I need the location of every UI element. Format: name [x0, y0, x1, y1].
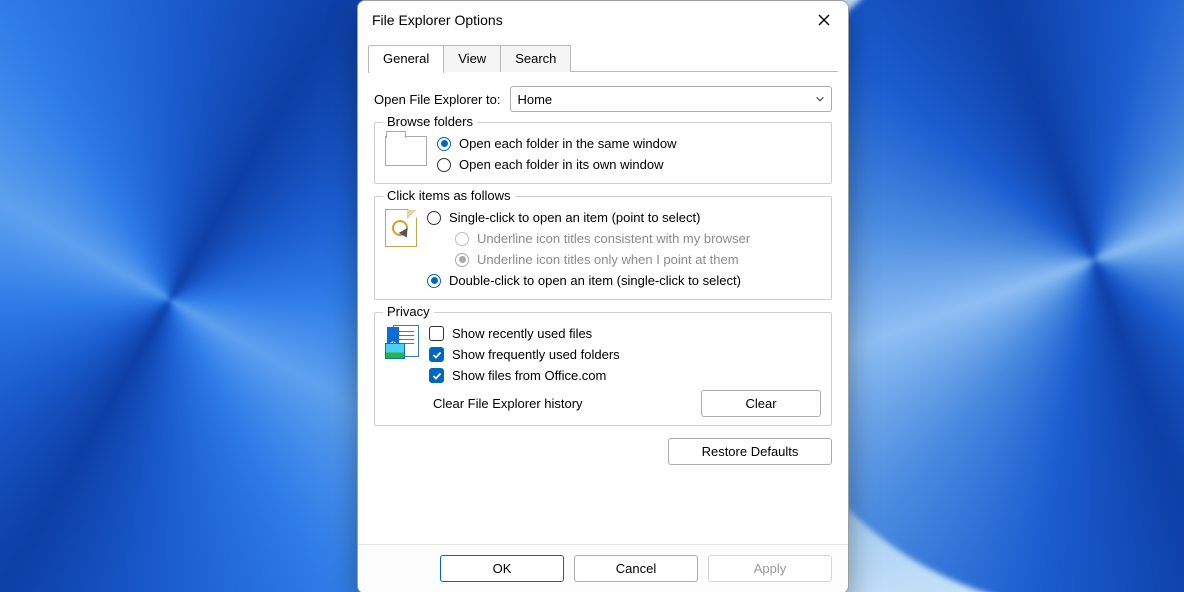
radio-underline-browser: Underline icon titles consistent with my… [427, 228, 821, 249]
radio-icon [455, 253, 469, 267]
privacy-legend: Privacy [383, 304, 434, 319]
radio-underline-point: Underline icon titles only when I point … [427, 249, 821, 270]
radio-same-window[interactable]: Open each folder in the same window [437, 133, 821, 154]
privacy-group: Privacy Show recently used files Show fr… [374, 312, 832, 426]
radio-single-click-label: Single-click to open an item (point to s… [449, 210, 700, 225]
file-explorer-options-dialog: File Explorer Options General View Searc… [357, 0, 849, 592]
open-explorer-to-label: Open File Explorer to: [374, 92, 500, 107]
close-button[interactable] [808, 4, 840, 36]
check-recent-files-label: Show recently used files [452, 326, 592, 341]
cancel-button[interactable]: Cancel [574, 555, 698, 582]
titlebar: File Explorer Options [358, 1, 848, 39]
check-office-files[interactable]: Show files from Office.com [429, 365, 821, 386]
check-office-files-label: Show files from Office.com [452, 368, 606, 383]
radio-icon [437, 158, 451, 172]
tab-search[interactable]: Search [500, 45, 571, 72]
radio-icon [437, 137, 451, 151]
apply-button: Apply [708, 555, 832, 582]
checkbox-icon [429, 347, 444, 362]
close-icon [818, 14, 830, 26]
document-click-icon [385, 209, 417, 247]
restore-defaults-button[interactable]: Restore Defaults [668, 438, 832, 465]
checkbox-icon [429, 368, 444, 383]
dialog-title: File Explorer Options [372, 12, 808, 28]
radio-single-click[interactable]: Single-click to open an item (point to s… [427, 207, 821, 228]
tabs: General View Search [368, 45, 838, 72]
radio-icon [455, 232, 469, 246]
checkbox-icon [429, 326, 444, 341]
tab-view[interactable]: View [443, 45, 501, 72]
folder-window-icon [385, 136, 427, 166]
open-explorer-to-select[interactable]: Home [510, 86, 832, 112]
radio-icon [427, 274, 441, 288]
radio-own-window[interactable]: Open each folder in its own window [437, 154, 821, 175]
radio-underline-browser-label: Underline icon titles consistent with my… [477, 231, 750, 246]
radio-same-window-label: Open each folder in the same window [459, 136, 677, 151]
radio-double-click[interactable]: Double-click to open an item (single-cli… [427, 270, 821, 291]
check-frequent-folders[interactable]: Show frequently used folders [429, 344, 821, 365]
tab-general[interactable]: General [368, 45, 444, 73]
check-frequent-folders-label: Show frequently used folders [452, 347, 620, 362]
open-explorer-to-value: Home [517, 92, 552, 107]
dialog-footer: OK Cancel Apply [358, 544, 848, 592]
clear-button[interactable]: Clear [701, 390, 821, 417]
browse-folders-group: Browse folders Open each folder in the s… [374, 122, 832, 184]
radio-icon [427, 211, 441, 225]
ok-button[interactable]: OK [440, 555, 564, 582]
click-items-legend: Click items as follows [383, 188, 515, 203]
click-items-group: Click items as follows Single-click to o… [374, 196, 832, 300]
radio-double-click-label: Double-click to open an item (single-cli… [449, 273, 741, 288]
browse-folders-legend: Browse folders [383, 114, 477, 129]
open-explorer-to-row: Open File Explorer to: Home [374, 86, 832, 112]
tab-pane-general: Open File Explorer to: Home Browse folde… [358, 72, 848, 544]
privacy-icon [385, 325, 419, 359]
radio-underline-point-label: Underline icon titles only when I point … [477, 252, 739, 267]
clear-history-label: Clear File Explorer history [433, 396, 583, 411]
radio-own-window-label: Open each folder in its own window [459, 157, 664, 172]
check-recent-files[interactable]: Show recently used files [429, 323, 821, 344]
chevron-down-icon [815, 94, 825, 104]
